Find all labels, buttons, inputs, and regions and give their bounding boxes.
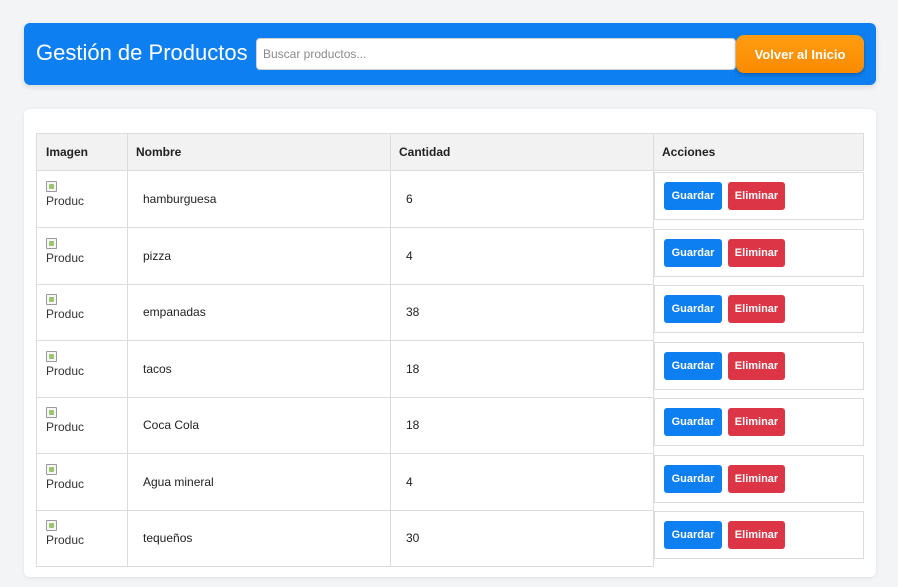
broken-image-icon xyxy=(46,407,57,418)
table-header: Imagen Nombre Cantidad Acciones xyxy=(36,133,864,171)
table-row: Produc tacos 18 xyxy=(36,340,654,398)
product-name: empanadas xyxy=(143,305,206,319)
broken-image-icon xyxy=(46,181,57,192)
column-divider xyxy=(127,227,128,284)
product-image-alt: Produc xyxy=(46,476,85,491)
product-quantity: 38 xyxy=(406,305,420,319)
product-image: Produc xyxy=(46,350,84,378)
product-image-alt: Produc xyxy=(46,363,85,378)
row-actions: Guardar Eliminar xyxy=(654,285,864,333)
top-bar: Gestión de Productos Volver al Inicio xyxy=(24,23,876,85)
back-to-home-button[interactable]: Volver al Inicio xyxy=(736,35,864,73)
broken-image-icon xyxy=(46,294,57,305)
product-image: Produc xyxy=(46,406,84,434)
products-card: Imagen Nombre Cantidad Acciones Produc h… xyxy=(24,109,876,577)
row-actions: Guardar Eliminar xyxy=(654,454,864,503)
product-image-alt: Produc xyxy=(46,307,85,321)
product-name: Coca Cola xyxy=(143,418,200,432)
save-button[interactable]: Guardar xyxy=(664,238,722,267)
broken-image-icon xyxy=(46,350,57,362)
product-quantity: 6 xyxy=(406,192,413,206)
column-divider xyxy=(390,340,391,397)
row-actions: Guardar Eliminar xyxy=(654,341,864,390)
column-divider xyxy=(390,227,391,284)
row-actions: Guardar Eliminar xyxy=(654,228,864,277)
column-header-actions: Acciones xyxy=(662,145,716,159)
column-header-quantity: Cantidad xyxy=(399,145,451,159)
column-header-image: Imagen xyxy=(46,145,89,159)
column-divider xyxy=(390,453,391,510)
column-divider xyxy=(390,171,391,227)
column-divider xyxy=(127,397,128,453)
product-quantity: 4 xyxy=(406,474,413,489)
delete-button[interactable]: Eliminar xyxy=(728,238,785,267)
row-actions: Guardar Eliminar xyxy=(654,511,864,559)
delete-button[interactable]: Eliminar xyxy=(728,521,785,549)
product-image-alt: Produc xyxy=(46,533,85,547)
page-title: Gestión de Productos xyxy=(36,40,248,65)
table-row: Produc Coca Cola 18 xyxy=(36,397,654,454)
product-name: tacos xyxy=(143,361,172,376)
save-button[interactable]: Guardar xyxy=(664,408,722,436)
product-quantity: 4 xyxy=(406,248,413,263)
table-row: Produc empanadas 38 xyxy=(36,284,654,341)
product-image-alt: Produc xyxy=(46,194,85,208)
row-actions: Guardar Eliminar xyxy=(654,172,864,220)
column-header-name: Nombre xyxy=(136,145,182,159)
product-quantity: 18 xyxy=(406,418,420,432)
product-quantity: 18 xyxy=(406,361,420,376)
delete-button[interactable]: Eliminar xyxy=(728,351,785,380)
column-divider xyxy=(390,284,391,340)
product-image: Produc xyxy=(46,237,84,265)
table-row: Produc Agua mineral 4 xyxy=(36,453,654,511)
product-name: pizza xyxy=(143,248,172,263)
table-row: Produc pizza 4 xyxy=(36,227,654,285)
product-image-alt: Produc xyxy=(46,420,85,434)
delete-button[interactable]: Eliminar xyxy=(728,182,785,210)
save-button[interactable]: Guardar xyxy=(664,521,722,549)
column-divider xyxy=(390,397,391,453)
save-button[interactable]: Guardar xyxy=(664,351,722,380)
column-divider xyxy=(390,510,391,566)
save-button[interactable]: Guardar xyxy=(664,464,722,493)
delete-button[interactable]: Eliminar xyxy=(728,464,785,493)
row-actions: Guardar Eliminar xyxy=(654,398,864,446)
product-image: Produc xyxy=(46,293,84,321)
column-divider xyxy=(127,510,128,566)
search-input[interactable] xyxy=(256,38,736,70)
product-image-alt: Produc xyxy=(46,250,85,265)
save-button[interactable]: Guardar xyxy=(664,295,722,323)
product-quantity: 30 xyxy=(406,531,420,545)
column-divider xyxy=(127,171,128,227)
product-name: hamburguesa xyxy=(143,192,217,206)
broken-image-icon xyxy=(46,463,57,475)
broken-image-icon xyxy=(46,520,57,531)
product-name: Agua mineral xyxy=(143,474,214,489)
table-row: Produc hamburguesa 6 xyxy=(36,171,654,228)
save-button[interactable]: Guardar xyxy=(664,182,722,210)
column-divider xyxy=(127,340,128,397)
delete-button[interactable]: Eliminar xyxy=(728,295,785,323)
broken-image-icon xyxy=(46,237,57,249)
product-name: tequeños xyxy=(143,531,193,545)
column-divider xyxy=(127,453,128,510)
product-image: Produc xyxy=(46,519,84,547)
delete-button[interactable]: Eliminar xyxy=(728,408,785,436)
table-row: Produc tequeños 30 xyxy=(36,510,654,567)
column-divider xyxy=(127,284,128,340)
product-image: Produc xyxy=(46,463,84,491)
product-image: Produc xyxy=(46,180,84,208)
